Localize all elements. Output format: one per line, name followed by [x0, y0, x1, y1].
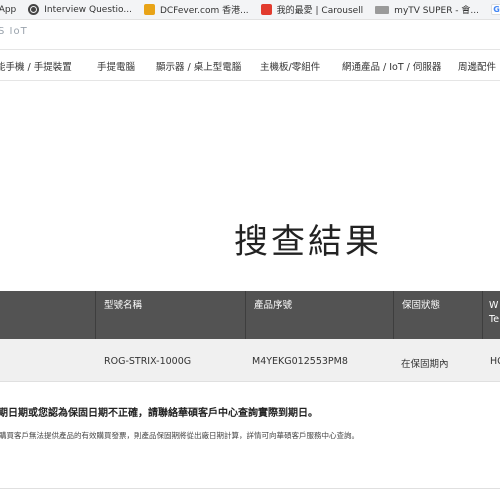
warranty-note: 購買客戶無法提供產品的有效購買發票，則產品保固期將從出廠日期計算，詳情可向華碩客… — [0, 431, 359, 440]
bookmark-carousell[interactable]: 我的最愛 | Carousell — [260, 0, 364, 19]
nav-item-phones[interactable]: 能手機 / 手提裝置 — [0, 59, 72, 73]
brand-logo[interactable]: S IoT — [0, 26, 28, 37]
nav-item-accessories[interactable]: 周邊配件 — [458, 59, 496, 73]
category-nav: 能手機 / 手提裝置 手提電腦 顯示器 / 桌上型電腦 主機板/零組件 網通產品… — [0, 49, 500, 81]
bookmark-mytv-super[interactable]: myTV SUPER - 會... — [375, 0, 479, 19]
divider — [0, 488, 500, 489]
page-title: 搜查結果 — [234, 222, 382, 262]
column-header-truncated: W Te — [482, 291, 500, 339]
bookmark-dcfever[interactable]: DCFever.com 香港... — [143, 0, 249, 19]
cell-truncated: HC — [490, 356, 500, 367]
column-header-warranty-status: 保固狀態 — [393, 291, 482, 339]
cell-warranty-status: 在保固期內 — [401, 359, 449, 370]
nav-item-displays-desktops[interactable]: 顯示器 / 桌上型電腦 — [156, 59, 241, 73]
bookmark-google[interactable]: G — [491, 0, 500, 19]
table-row: ROG-STRIX-1000G M4YEKG012553PM8 在保固期內 HC — [0, 339, 500, 382]
bookmark-label: Interview Questio... — [44, 4, 132, 15]
bookmark-interview-questions[interactable]: Interview Questio... — [28, 0, 132, 19]
carousell-icon — [260, 4, 272, 15]
bookmark-whatsapp[interactable]: sApp — [0, 0, 16, 19]
bookmark-label: 我的最愛 | Carousell — [276, 6, 364, 16]
column-header-model: 型號名稱 — [95, 291, 245, 339]
nav-item-laptops[interactable]: 手提電腦 — [97, 59, 135, 73]
cell-serial-number: M4YEKG012553PM8 — [252, 356, 348, 367]
globe-icon — [28, 4, 40, 15]
dcfever-icon — [143, 4, 155, 15]
bookmarks-bar: sApp Interview Questio... DCFever.com 香港… — [0, 0, 500, 20]
warranty-warning: 期日期或您認為保固日期不正確，請聯絡華碩客戶中心查詢實際到期日。 — [0, 408, 318, 419]
mytv-icon — [375, 5, 390, 14]
bookmark-label: myTV SUPER - 會... — [394, 6, 479, 16]
bookmark-label: DCFever.com 香港... — [159, 6, 249, 16]
cell-model-name: ROG-STRIX-1000G — [104, 356, 192, 367]
table-header: 型號名稱 產品序號 保固狀態 W Te — [0, 291, 500, 339]
nav-item-networking[interactable]: 網通產品 / IoT / 伺服器 — [342, 59, 441, 73]
column-header-serial: 產品序號 — [245, 291, 393, 339]
google-icon: G — [491, 4, 500, 15]
nav-item-motherboards[interactable]: 主機板/零組件 — [260, 59, 320, 73]
bookmark-label: sApp — [0, 4, 17, 15]
